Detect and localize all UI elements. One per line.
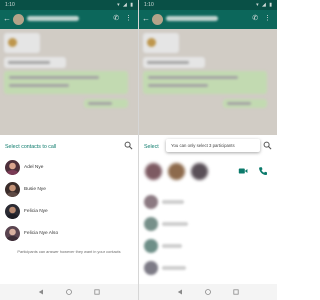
back-triangle-icon[interactable] (177, 289, 183, 295)
recents-square-icon[interactable] (94, 289, 100, 295)
selected-participant-avatar[interactable] (168, 163, 185, 180)
contact-avatar (5, 182, 20, 197)
contact-row-blurred[interactable] (139, 214, 277, 234)
selected-participant-avatar[interactable] (145, 163, 162, 180)
contact-avatar (144, 261, 158, 275)
contact-avatar (144, 239, 158, 253)
left-screen: 1:10 ▾ ◢ ▮ ← ✆ ⋮ Select contacts to call (0, 0, 138, 300)
contact-row-blurred[interactable] (139, 236, 277, 256)
contact-row[interactable]: Adel Nye (0, 157, 138, 179)
system-nav-bar (139, 284, 277, 300)
chat-background: 1:10 ▾ ◢ ▮ ← ✆ ⋮ (0, 0, 138, 135)
contact-name: Adel Nye (24, 165, 44, 170)
contact-name: Felicia Nye Also (24, 231, 59, 236)
contact-avatar (5, 204, 20, 219)
footer-note: Participants can answer however they wan… (17, 249, 121, 254)
selected-participant-avatar[interactable] (191, 163, 208, 180)
dim-overlay (139, 0, 277, 135)
home-circle-icon[interactable] (66, 289, 72, 295)
phone-icon[interactable] (258, 166, 268, 176)
right-screen: 1:10 ▾ ◢ ▮ ← ✆ ⋮ Select You can only sel… (139, 0, 277, 300)
video-call-icon[interactable] (238, 166, 248, 176)
contact-name: Busie Nye (24, 187, 46, 192)
selected-participants (139, 160, 277, 184)
contact-avatar (144, 195, 158, 209)
contact-row-blurred[interactable] (139, 192, 277, 212)
contact-avatar (5, 226, 20, 241)
contact-row[interactable]: Busie Nye (0, 179, 138, 201)
home-circle-icon[interactable] (205, 289, 211, 295)
dim-overlay (0, 0, 138, 135)
search-icon[interactable] (124, 141, 133, 150)
contact-name: Felicia Nye (24, 209, 48, 214)
contact-row[interactable]: Felicia Nye (0, 201, 138, 223)
select-contacts-sheet: Select (139, 135, 277, 300)
sheet-title: Select (144, 144, 159, 150)
selection-limit-toast: You can only select 3 participants (166, 139, 260, 152)
back-triangle-icon[interactable] (38, 289, 44, 295)
contact-avatar (5, 160, 20, 175)
recents-square-icon[interactable] (233, 289, 239, 295)
contact-row-blurred[interactable] (139, 258, 277, 278)
system-nav-bar (0, 284, 138, 300)
contact-row[interactable]: Felicia Nye Also (0, 223, 138, 245)
chat-background: 1:10 ▾ ◢ ▮ ← ✆ ⋮ (139, 0, 277, 135)
select-contacts-sheet: Select contacts to call Adel Nye Busie N… (0, 135, 138, 300)
sheet-title: Select contacts to call (5, 144, 57, 150)
search-icon[interactable] (263, 141, 272, 150)
contact-avatar (144, 217, 158, 231)
